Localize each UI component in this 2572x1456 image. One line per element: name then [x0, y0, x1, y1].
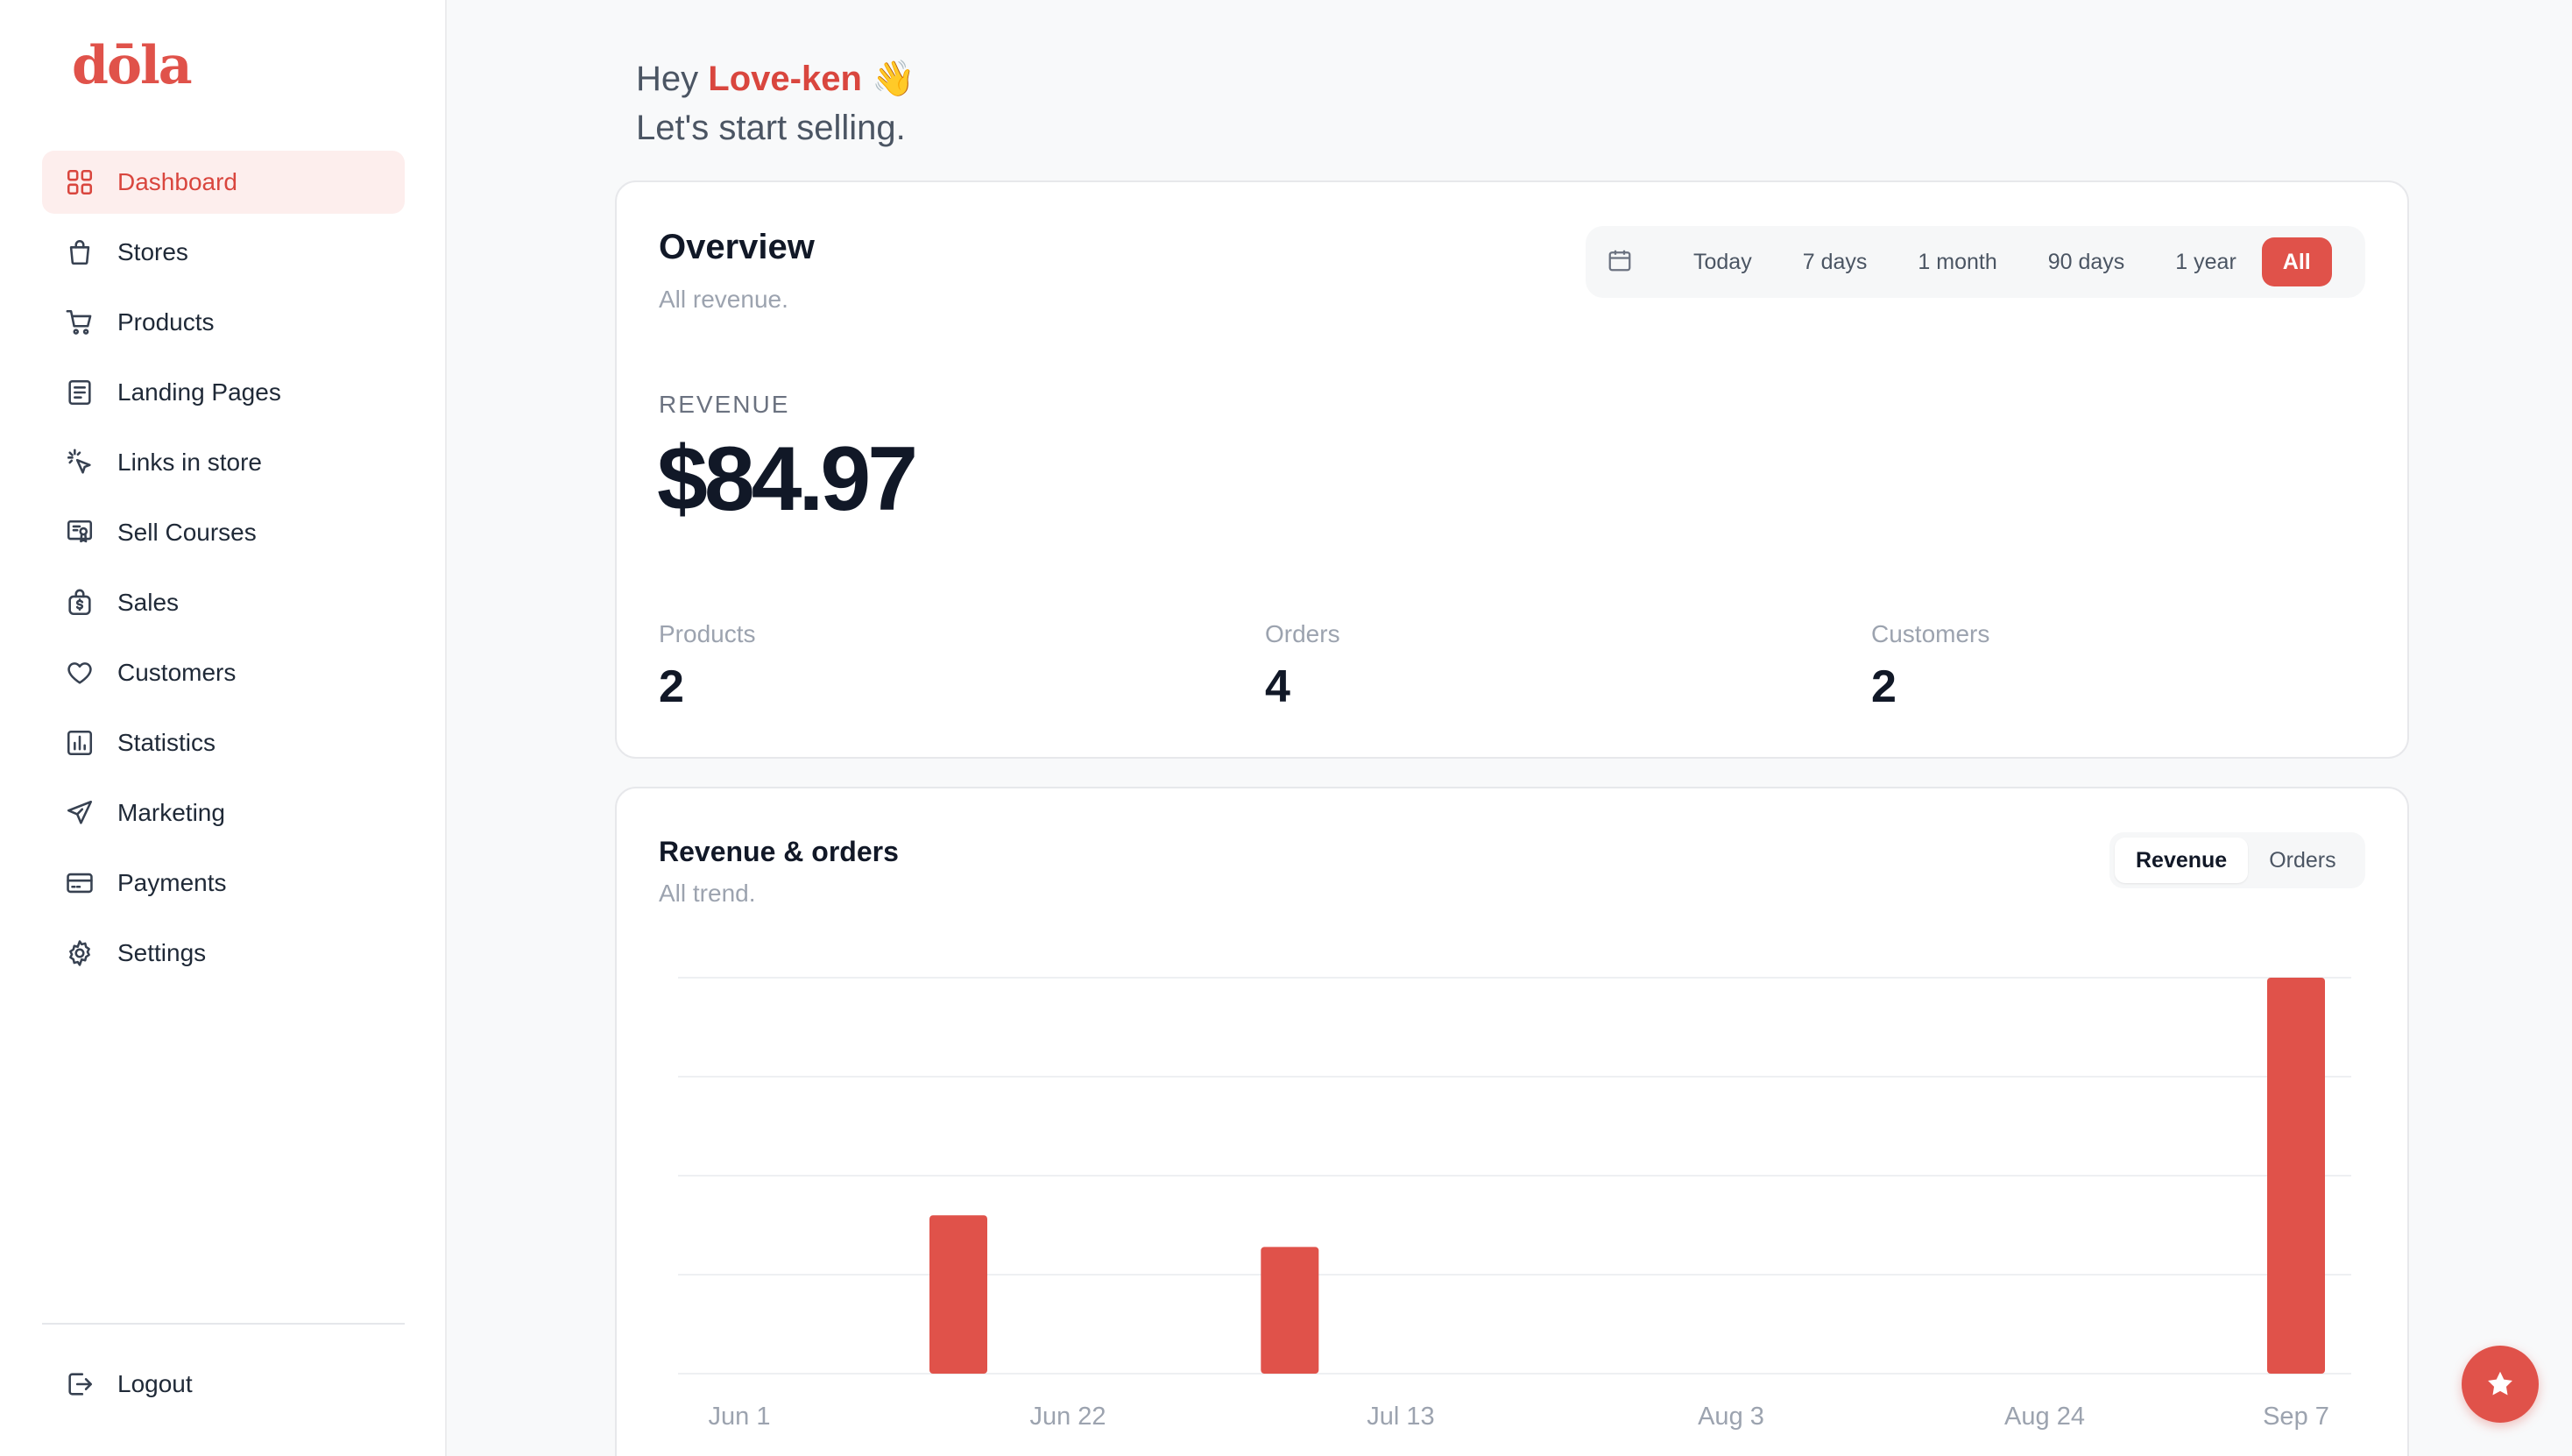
revenue-bar-chart: Jun 1 Jun 22 Jul 13 Aug 3 Aug 24 Sep 7 [678, 977, 2351, 1431]
certificate-icon [63, 516, 96, 549]
document-icon [63, 376, 96, 409]
range-today[interactable]: Today [1668, 237, 1777, 286]
sidebar-item-marketing[interactable]: Marketing [42, 781, 405, 845]
stat-label: Products [659, 620, 756, 647]
stat-customers: Customers 2 [1871, 620, 1989, 713]
sidebar-item-label: Stores [117, 238, 188, 265]
logout-icon [63, 1368, 96, 1401]
star-icon [2488, 1371, 2512, 1396]
stat-value: 2 [659, 661, 684, 712]
greeting-line: Hey Love-ken 👋 [636, 54, 915, 103]
sidebar-item-label: Products [117, 308, 215, 336]
revenue-bar[interactable] [1261, 1247, 1319, 1374]
sidebar-item-label: Sell Courses [117, 519, 257, 546]
logout-section: Logout [42, 1353, 405, 1423]
sidebar-item-settings[interactable]: Settings [42, 922, 405, 985]
sidebar: dōla Dashboard Stores Products Landing P… [0, 0, 447, 1456]
stat-value: 2 [1871, 661, 1897, 712]
greeting-subtitle: Let's start selling. [636, 109, 906, 147]
gear-icon [63, 937, 96, 970]
sidebar-item-label: Settings [117, 939, 207, 966]
range-7-days[interactable]: 7 days [1777, 237, 1893, 286]
revenue-value: $84.97 [657, 428, 918, 530]
logout-label: Logout [117, 1370, 193, 1397]
overview-card: Overview All revenue. Today 7 days 1 mon… [615, 180, 2409, 759]
bar-chart-icon [63, 726, 96, 760]
sidebar-item-sales[interactable]: Sales [42, 571, 405, 634]
sidebar-item-customers[interactable]: Customers [42, 641, 405, 704]
range-all[interactable]: All [2261, 237, 2332, 286]
brand-logo[interactable]: dōla [72, 35, 193, 96]
greeting: Hey Love-ken 👋 Let's start selling. [636, 54, 915, 152]
logout-button[interactable]: Logout [42, 1353, 405, 1416]
wave-icon: 👋 [872, 60, 915, 98]
revenue-label: REVENUE [659, 391, 790, 418]
stat-label: Orders [1265, 620, 1340, 647]
x-tick-label: Jun 1 [709, 1403, 771, 1431]
x-tick-label: Sep 7 [2263, 1403, 2329, 1431]
date-range-selector: Today 7 days 1 month 90 days 1 year All [1586, 226, 2365, 298]
overview-subtitle: All revenue. [659, 286, 788, 313]
cursor-click-icon [63, 446, 96, 479]
sidebar-nav: Dashboard Stores Products Landing Pages … [42, 151, 405, 992]
sidebar-item-sell-courses[interactable]: Sell Courses [42, 501, 405, 564]
sidebar-item-links-in-store[interactable]: Links in store [42, 431, 405, 494]
sidebar-item-stores[interactable]: Stores [42, 221, 405, 284]
bag-icon [63, 236, 96, 269]
range-1-month[interactable]: 1 month [1892, 237, 2022, 286]
sidebar-item-label: Marketing [117, 799, 225, 826]
calendar-icon[interactable] [1607, 247, 1636, 277]
sidebar-item-label: Payments [117, 869, 227, 896]
money-bag-icon [63, 586, 96, 619]
sidebar-item-payments[interactable]: Payments [42, 852, 405, 915]
x-tick-label: Jun 22 [1029, 1403, 1106, 1431]
grid-icon [63, 166, 96, 199]
sidebar-divider [42, 1323, 405, 1325]
send-icon [63, 796, 96, 830]
greeting-hey: Hey [636, 60, 699, 98]
credit-card-icon [63, 866, 96, 900]
x-tick-label: Aug 3 [1698, 1403, 1764, 1431]
revenue-bar[interactable] [2267, 978, 2325, 1374]
sidebar-item-label: Dashboard [117, 168, 237, 195]
star-action-button[interactable] [2462, 1346, 2539, 1423]
x-tick-label: Jul 13 [1367, 1403, 1434, 1431]
stat-orders: Orders 4 [1265, 620, 1340, 713]
revenue-orders-card: Revenue & orders All trend. Revenue Orde… [615, 787, 2409, 1456]
sidebar-item-label: Customers [117, 659, 237, 686]
greeting-user-name: Love-ken [708, 60, 862, 98]
overview-title: Overview [659, 228, 815, 266]
x-tick-label: Aug 24 [2004, 1403, 2085, 1431]
sidebar-item-label: Links in store [117, 449, 262, 476]
sidebar-item-statistics[interactable]: Statistics [42, 711, 405, 774]
stat-products: Products 2 [659, 620, 756, 713]
sidebar-item-dashboard[interactable]: Dashboard [42, 151, 405, 214]
range-90-days[interactable]: 90 days [2023, 237, 2151, 286]
stat-label: Customers [1871, 620, 1990, 647]
range-1-year[interactable]: 1 year [2150, 237, 2261, 286]
sidebar-item-landing-pages[interactable]: Landing Pages [42, 361, 405, 424]
cart-icon [63, 306, 96, 339]
sidebar-item-label: Sales [117, 589, 180, 616]
sidebar-item-label: Statistics [117, 729, 216, 756]
sidebar-item-products[interactable]: Products [42, 291, 405, 354]
stat-value: 4 [1265, 661, 1290, 712]
revenue-bar[interactable] [929, 1215, 987, 1374]
heart-icon [63, 656, 96, 689]
sidebar-item-label: Landing Pages [117, 378, 281, 406]
